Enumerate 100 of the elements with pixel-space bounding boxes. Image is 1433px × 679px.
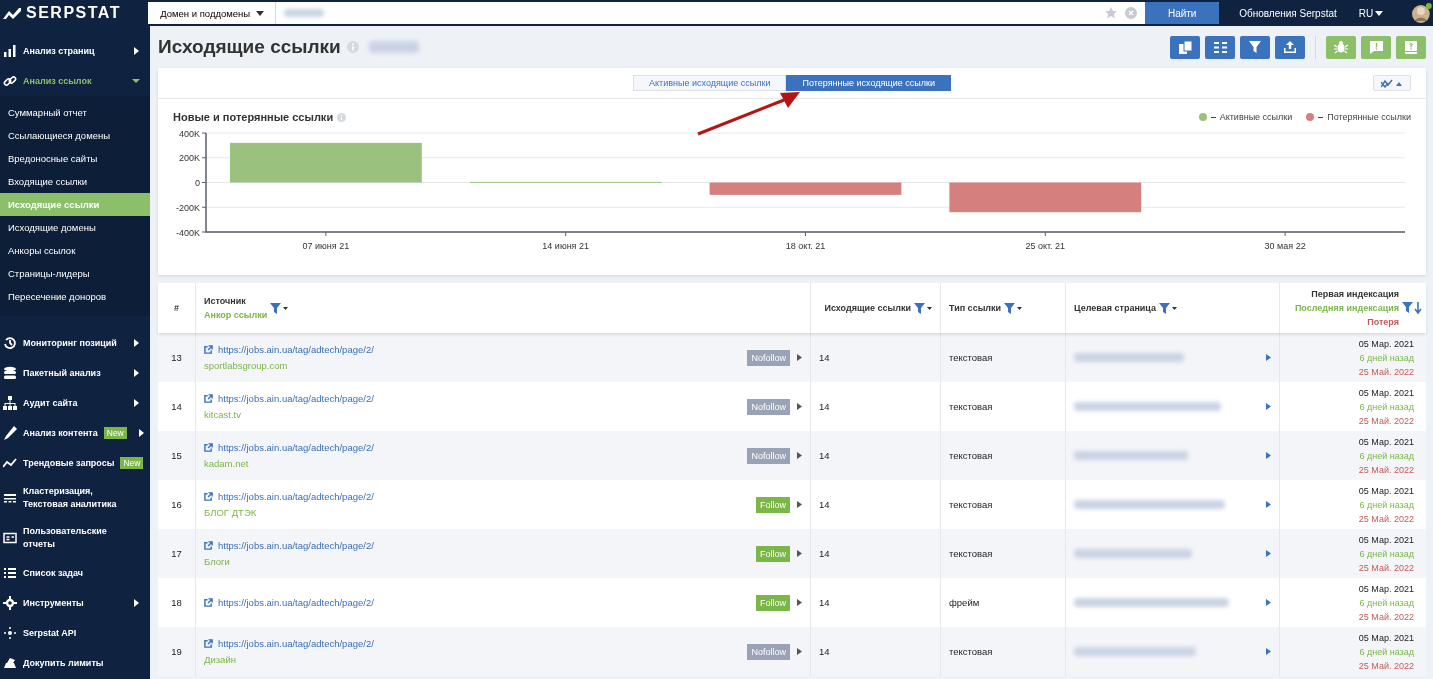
sidebar-item[interactable]: Инструменты <box>0 588 150 618</box>
logo-icon <box>2 6 22 20</box>
sidebar-item[interactable]: Докупить лимиты <box>0 648 150 678</box>
anchor-text: sportlabsgroup.com <box>204 360 289 371</box>
external-link-icon[interactable] <box>204 598 213 607</box>
x-tick-label: 25 окт. 21 <box>1025 241 1066 251</box>
column-header[interactable]: Источник <box>204 296 268 306</box>
caret-right-icon[interactable] <box>1266 648 1271 655</box>
chart-toggle-button[interactable] <box>1373 75 1411 91</box>
caret-right-icon[interactable] <box>797 648 802 655</box>
caret-right-icon[interactable] <box>1266 599 1271 606</box>
cluster-icon <box>3 491 17 505</box>
x-tick-label: 07 июня 21 <box>302 241 350 251</box>
sidebar-subitem[interactable]: Суммарный отчет <box>0 101 150 124</box>
sidebar-item[interactable]: Пользовательские отчеты <box>0 518 150 558</box>
column-header[interactable]: Потеря <box>1367 317 1399 327</box>
caret-right-icon[interactable] <box>1266 452 1271 459</box>
table-cell: 14 <box>811 333 941 382</box>
caret-right-icon[interactable] <box>797 452 802 459</box>
external-link-icon[interactable] <box>204 443 213 452</box>
column-header[interactable]: Целевая страница <box>1074 303 1156 313</box>
column-header[interactable]: Тип ссылки <box>949 303 1002 313</box>
first-index-date: 05 Мар. 2021 <box>1358 485 1414 496</box>
pen-icon <box>3 426 17 440</box>
filter-icon[interactable] <box>1159 302 1177 314</box>
updates-link[interactable]: Обновления Serpstat <box>1239 7 1337 19</box>
sidebar-item[interactable]: Анализ страниц <box>0 36 150 66</box>
caret-right-icon[interactable] <box>797 403 802 410</box>
sidebar-item[interactable]: Анализ ссылок <box>0 66 150 96</box>
caret-right-icon[interactable] <box>797 501 802 508</box>
source-url-link[interactable]: https://jobs.ain.ua/tag/adtech/page/2/ <box>218 540 374 551</box>
columns-button[interactable] <box>1205 35 1235 59</box>
filter-icon[interactable] <box>1004 302 1023 314</box>
sidebar-subitem[interactable]: Ссылающиеся домены <box>0 124 150 147</box>
sidebar-item[interactable]: Пакетный анализ <box>0 358 150 388</box>
sidebar-subitem[interactable]: Вредоносные сайты <box>0 147 150 170</box>
chart-line-icon <box>1381 78 1403 88</box>
source-url-link[interactable]: https://jobs.ain.ua/tag/adtech/page/2/ <box>218 393 374 404</box>
anchor-text: Блоги <box>204 556 231 567</box>
filter-icon[interactable] <box>270 302 289 314</box>
star-icon[interactable] <box>1105 7 1118 19</box>
sidebar-item[interactable]: Аудит сайта <box>0 388 150 418</box>
y-tick-label: 400K <box>178 128 200 139</box>
source-url-link[interactable]: https://jobs.ain.ua/tag/adtech/page/2/ <box>218 344 374 355</box>
y-tick-label: -200K <box>175 202 200 213</box>
external-link-icon[interactable] <box>204 394 213 403</box>
api-icon <box>3 626 17 640</box>
lost-date: 25 Май. 2022 <box>1358 464 1414 475</box>
export-button[interactable] <box>1275 35 1305 59</box>
external-link-icon[interactable] <box>204 345 213 354</box>
source-url-link[interactable]: https://jobs.ain.ua/tag/adtech/page/2/ <box>218 491 374 502</box>
last-index-date: 6 дней назад <box>1359 401 1414 412</box>
sidebar-item[interactable]: Мониторинг позиций <box>0 328 150 358</box>
copy-button[interactable] <box>1170 35 1200 59</box>
filter-sort-icon[interactable] <box>1402 302 1422 314</box>
external-link-icon[interactable] <box>204 492 213 501</box>
caret-right-icon[interactable] <box>1266 550 1271 557</box>
caret-right-icon[interactable] <box>797 550 802 557</box>
sidebar-item[interactable]: Serpstat API <box>0 618 150 648</box>
caret-down-icon <box>132 77 140 85</box>
link-type-badge: Follow <box>756 545 790 562</box>
source-url-link[interactable]: https://jobs.ain.ua/tag/adtech/page/2/ <box>218 442 374 453</box>
tab[interactable]: Активные исходящие ссылки <box>633 75 787 91</box>
sidebar-subitem[interactable]: Пересечение доноров <box>0 285 150 308</box>
search-scope-dropdown[interactable]: Домен и поддомены <box>148 2 277 24</box>
caret-right-icon[interactable] <box>797 599 802 606</box>
column-header[interactable]: Первая индексация <box>1311 289 1399 299</box>
filter-button[interactable] <box>1240 35 1270 59</box>
link-icon <box>3 74 17 88</box>
table-cell: текстовая <box>941 333 1066 382</box>
search-button[interactable]: Найти <box>1145 2 1220 24</box>
tab[interactable]: Потерянные исходящие ссылки <box>786 75 951 91</box>
caret-right-icon <box>132 369 140 377</box>
first-index-date: 05 Мар. 2021 <box>1358 534 1414 545</box>
caret-right-icon[interactable] <box>1266 354 1271 361</box>
external-link-icon[interactable] <box>204 639 213 648</box>
chart-title: Новые и потерянные ссылки <box>173 111 334 123</box>
legend-label: Потерянные ссылки <box>1318 112 1411 122</box>
sidebar-item[interactable]: Кластеризация, Текстовая аналитика <box>0 478 150 518</box>
caret-right-icon[interactable] <box>1266 501 1271 508</box>
source-url-link[interactable]: https://jobs.ain.ua/tag/adtech/page/2/ <box>218 638 374 649</box>
avatar-icon[interactable] <box>1411 2 1433 24</box>
last-index-date: 6 дней назад <box>1359 597 1414 608</box>
x-tick-label: 14 июня 21 <box>542 241 590 251</box>
sidebar-item[interactable]: Список задач <box>0 558 150 588</box>
source-url-link[interactable]: https://jobs.ain.ua/tag/adtech/page/2/ <box>218 597 374 608</box>
sidebar-subitem[interactable]: Страницы-лидеры <box>0 262 150 285</box>
sidebar-subitem[interactable]: Входящие ссылки <box>0 170 150 193</box>
new-badge: New <box>103 427 127 439</box>
filter-icon[interactable] <box>914 302 932 314</box>
external-link-icon[interactable] <box>204 541 213 550</box>
column-header[interactable]: Исходящие ссылки <box>824 303 911 313</box>
sidebar-subitem[interactable]: Анкоры ссылок <box>0 239 150 262</box>
language-dropdown[interactable]: RU <box>1352 6 1390 20</box>
link-type-badge: Follow <box>756 496 790 513</box>
sidebar-item[interactable]: Трендовые запросы New <box>0 448 150 478</box>
caret-right-icon[interactable] <box>797 354 802 361</box>
caret-right-icon[interactable] <box>1266 403 1271 410</box>
sidebar-subitem[interactable]: Исходящие домены <box>0 216 150 239</box>
sidebar-item[interactable]: Анализ контента New <box>0 418 150 448</box>
